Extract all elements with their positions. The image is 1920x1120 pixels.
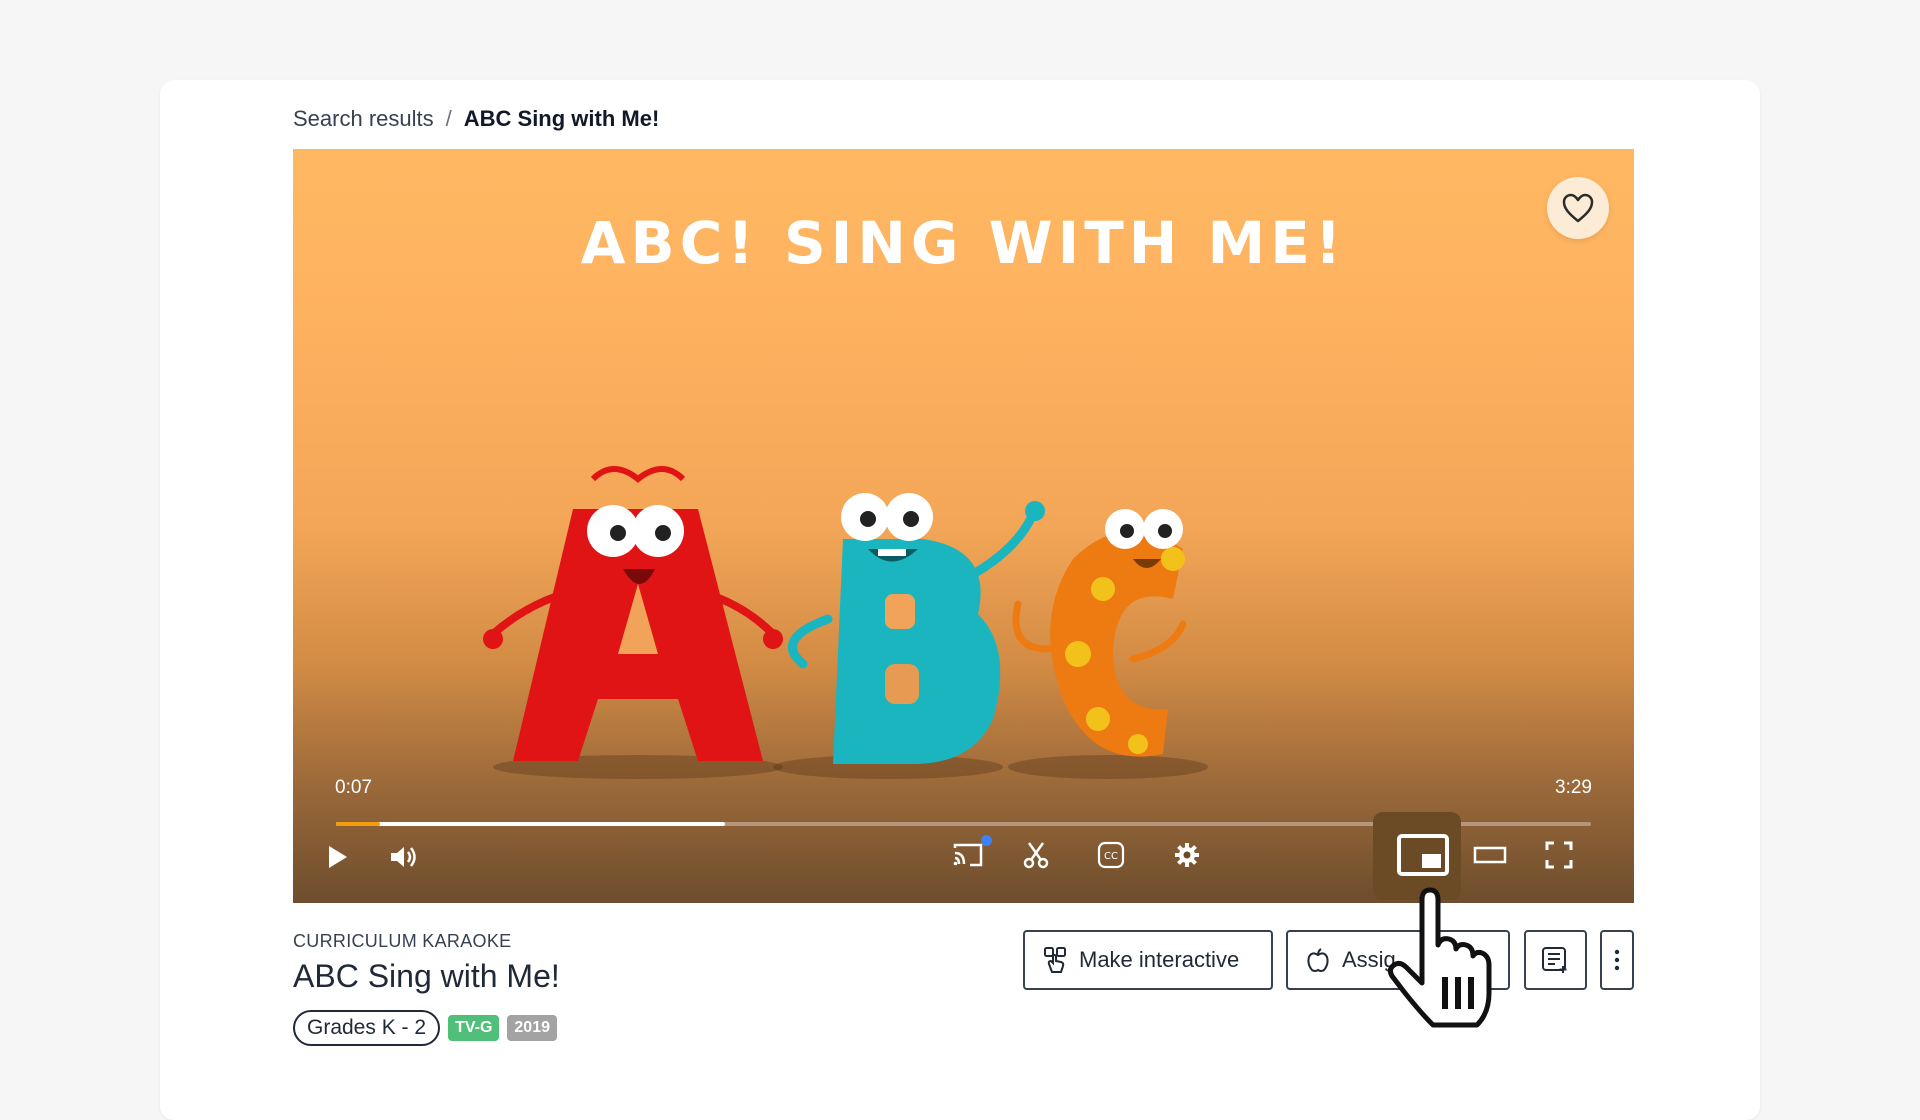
breadcrumb-parent-link[interactable]: Search results xyxy=(293,106,434,132)
total-duration: 3:29 xyxy=(1555,777,1592,798)
volume-button[interactable] xyxy=(387,842,421,872)
hand-pointer-cursor xyxy=(1387,887,1492,1028)
cast-icon xyxy=(953,843,983,867)
fullscreen-icon xyxy=(1545,841,1573,869)
pip-icon xyxy=(1397,834,1449,876)
abc-characters-illustration xyxy=(483,466,1208,779)
make-interactive-label: Make interactive xyxy=(1079,947,1240,972)
cast-notification-dot xyxy=(981,835,992,846)
played-progress xyxy=(336,822,380,826)
settings-button[interactable] xyxy=(1172,840,1202,870)
scissors-icon xyxy=(1023,842,1049,869)
clip-button[interactable] xyxy=(1021,840,1051,870)
year-badge: 2019 xyxy=(507,1015,557,1041)
apple-icon xyxy=(1307,948,1329,972)
volume-icon xyxy=(391,847,416,867)
grade-tag[interactable]: Grades K - 2 xyxy=(293,1010,441,1046)
video-overlay-title: ABC! SING WITH ME! xyxy=(580,209,1347,277)
buffered-progress xyxy=(336,822,726,826)
video-player[interactable]: ABC! SING WITH ME! 0:07 3:29 CC xyxy=(293,149,1634,903)
theater-icon xyxy=(1473,846,1507,864)
touch-icon xyxy=(1044,947,1066,973)
svg-text:CC: CC xyxy=(1104,851,1118,862)
add-to-list-button[interactable] xyxy=(1524,930,1587,990)
play-icon xyxy=(329,846,347,868)
add-to-list-icon xyxy=(1541,947,1566,973)
make-interactive-button[interactable]: Make interactive xyxy=(1023,930,1273,990)
kebab-menu-icon xyxy=(1614,949,1620,971)
play-button[interactable] xyxy=(323,842,353,872)
cast-button[interactable] xyxy=(951,840,985,870)
breadcrumb-separator: / xyxy=(445,106,452,131)
theater-mode-button[interactable] xyxy=(1473,842,1507,868)
favorite-button[interactable] xyxy=(1547,177,1609,239)
captions-button[interactable]: CC xyxy=(1096,840,1126,870)
tag-row: Grades K - 2 TV-G 2019 xyxy=(293,1010,557,1046)
rating-badge: TV-G xyxy=(448,1015,500,1041)
more-options-button[interactable] xyxy=(1600,930,1634,990)
cc-icon: CC xyxy=(1097,841,1125,869)
current-time: 0:07 xyxy=(335,777,372,798)
series-label: CURRICULUM KARAOKE xyxy=(293,931,512,951)
picture-in-picture-button[interactable] xyxy=(1395,832,1451,878)
gear-icon xyxy=(1175,843,1199,867)
breadcrumb: Search results / ABC Sing with Me! xyxy=(293,106,659,132)
breadcrumb-current: ABC Sing with Me! xyxy=(463,106,660,131)
heart-icon xyxy=(1562,193,1594,223)
fullscreen-button[interactable] xyxy=(1543,840,1575,870)
video-title: ABC Sing with Me! xyxy=(293,958,560,994)
